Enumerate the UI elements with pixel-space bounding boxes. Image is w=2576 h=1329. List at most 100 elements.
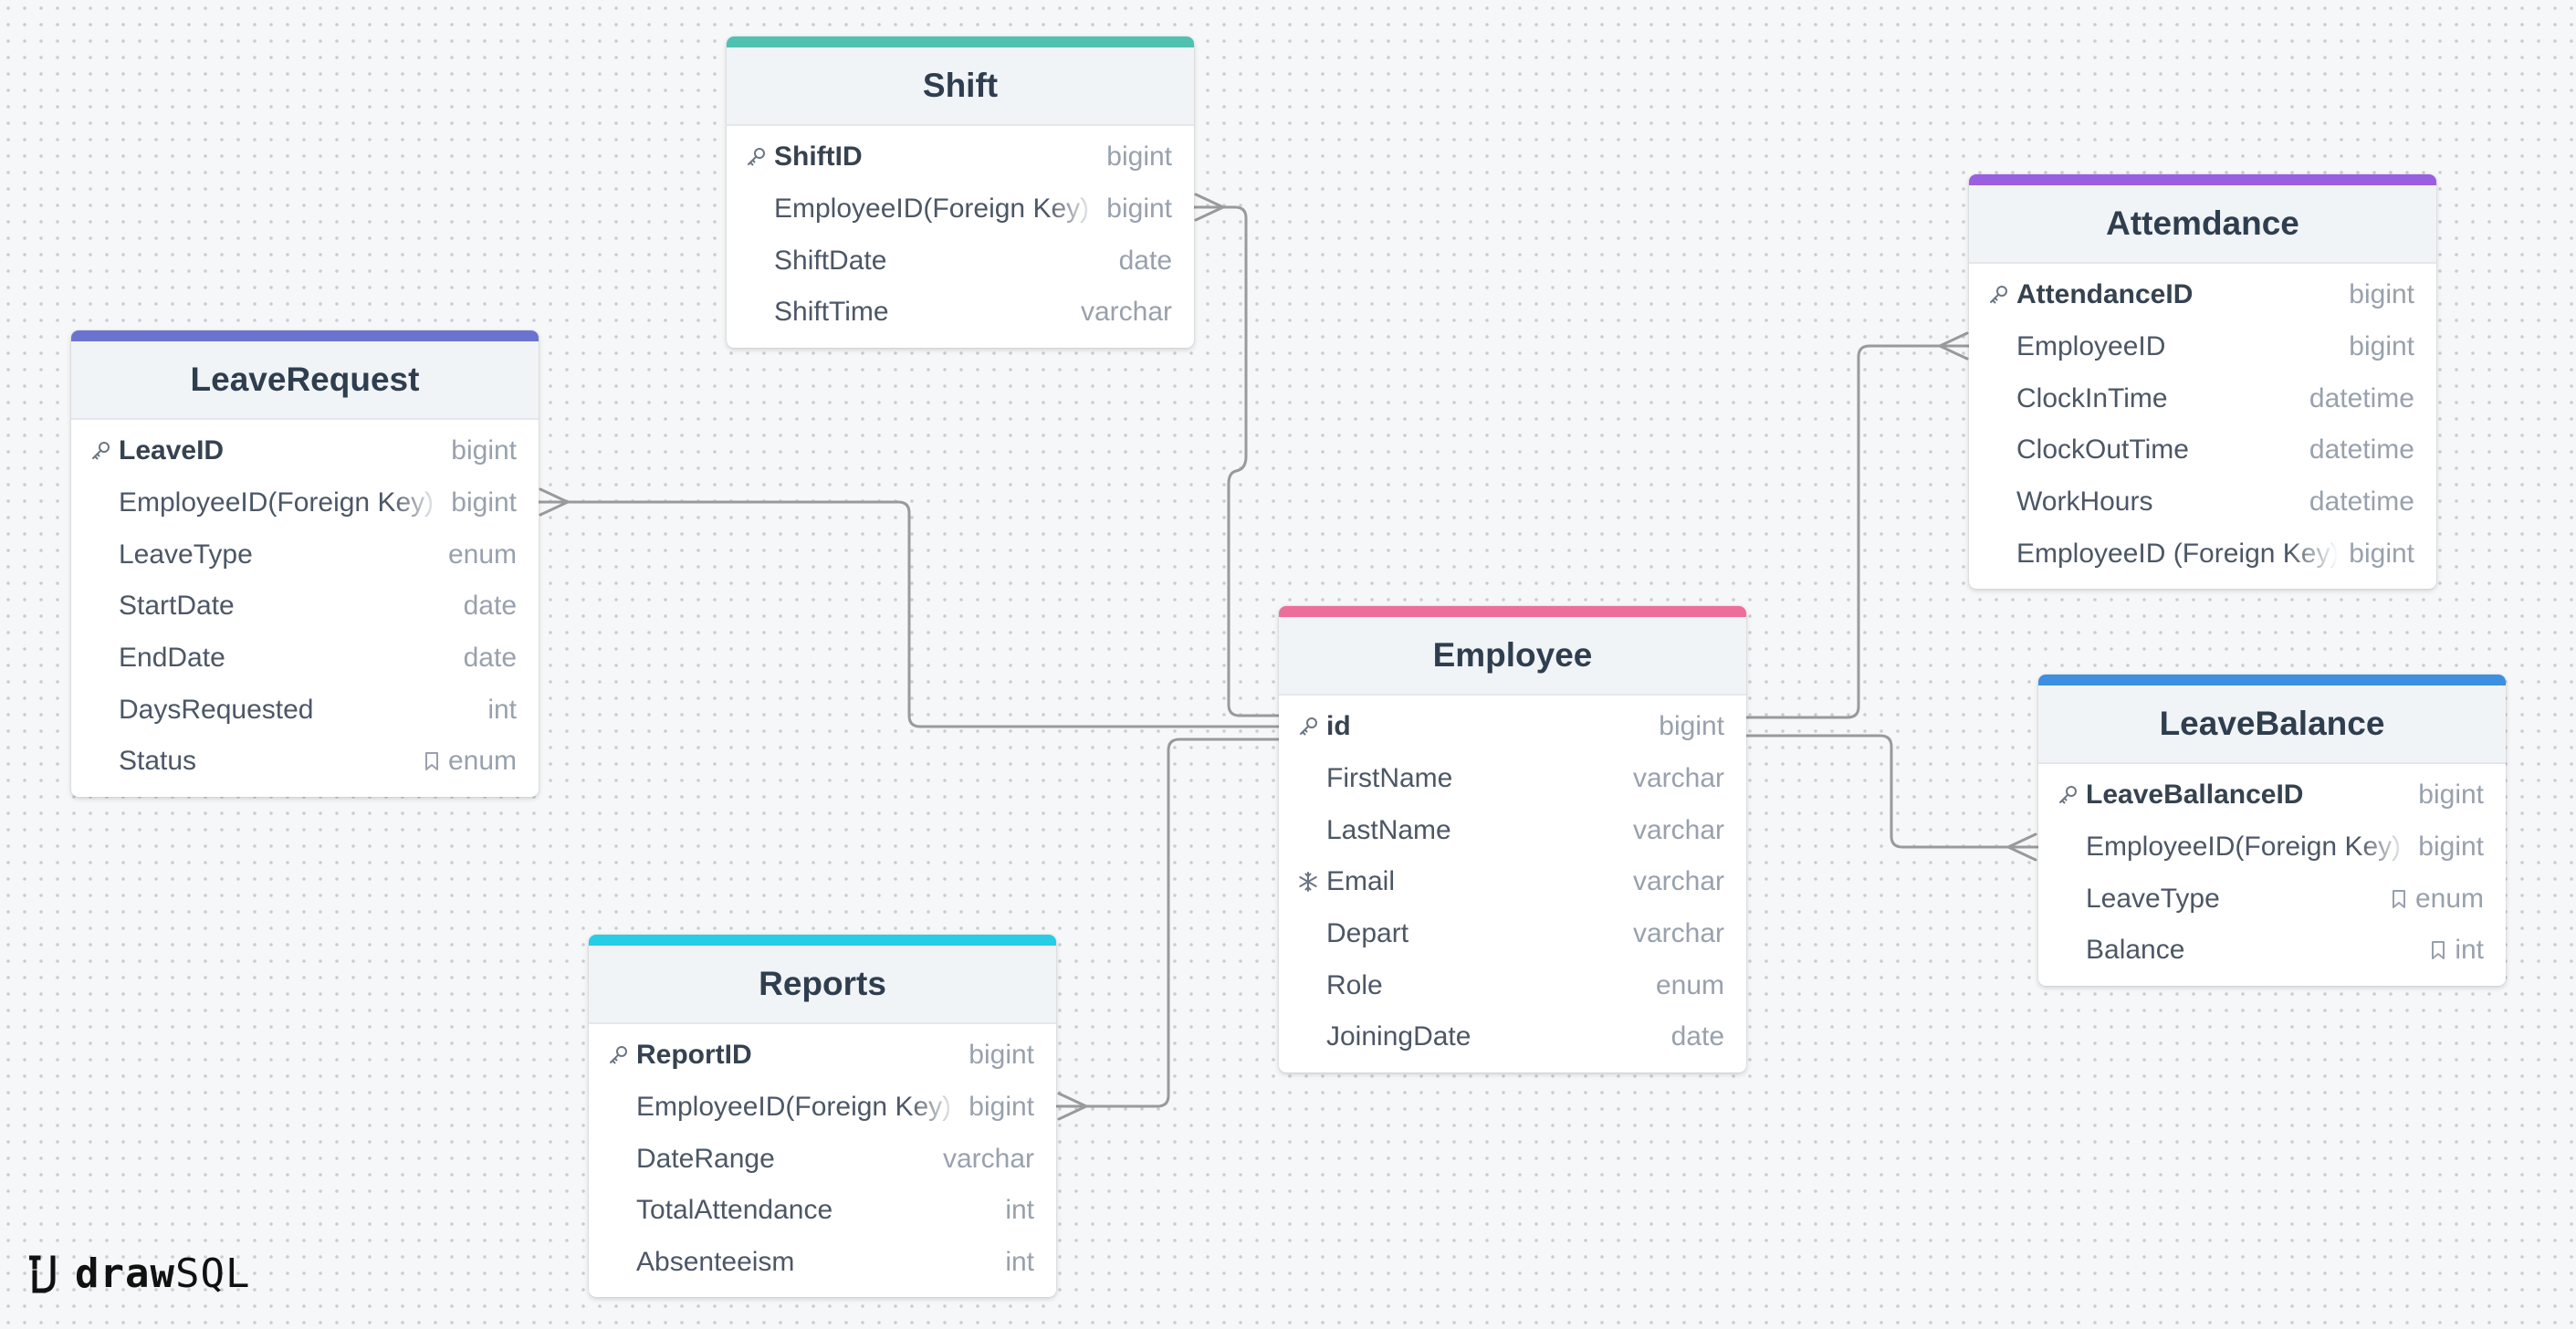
- column-row[interactable]: Email varchar: [1279, 856, 1746, 908]
- column-type: bigint: [1106, 141, 1172, 173]
- column-type-label: bigint: [1106, 194, 1172, 225]
- column-type-label: bigint: [2418, 780, 2484, 811]
- column-type: datetime: [2309, 383, 2414, 414]
- table-title[interactable]: Reports: [589, 946, 1056, 1024]
- column-name: AttendanceID: [2016, 279, 2194, 310]
- column-type-label: varchar: [1632, 866, 1724, 897]
- column-row[interactable]: id bigint: [1279, 701, 1746, 753]
- column-row[interactable]: EmployeeID(Foreign Key) bigint: [727, 183, 1194, 235]
- column-row[interactable]: Absenteeism int: [589, 1237, 1056, 1289]
- column-name: Email: [1326, 866, 1396, 897]
- column-name: EmployeeID (Foreign Key): [2016, 538, 2339, 569]
- key-icon: [1987, 284, 2016, 306]
- column-type-label: varchar: [1632, 814, 1724, 845]
- connector-employee-reports[interactable]: [1055, 738, 1280, 1108]
- column-name: EmployeeID: [2016, 331, 2166, 362]
- column-type-label: bigint: [2418, 832, 2484, 863]
- column-row[interactable]: LeaveType enum: [2038, 873, 2506, 925]
- column-type-label: bigint: [1659, 711, 1724, 742]
- column-row[interactable]: EmployeeID (Foreign Key) bigint: [1969, 528, 2436, 580]
- column-list: ReportID bigint EmployeeID(Foreign Key) big…: [589, 1024, 1056, 1297]
- column-row[interactable]: LeaveID bigint: [71, 425, 539, 477]
- column-row[interactable]: EmployeeID(Foreign Key) bigint: [71, 477, 539, 529]
- connector-employee-attendance[interactable]: [1745, 344, 1971, 719]
- table-color-bar: [2038, 675, 2506, 685]
- column-row[interactable]: TotalAttendance int: [589, 1185, 1056, 1237]
- column-row[interactable]: StartDate date: [71, 581, 539, 633]
- column-row[interactable]: DaysRequested int: [71, 684, 539, 736]
- column-name: Status: [119, 746, 197, 777]
- table-title[interactable]: LeaveRequest: [71, 341, 539, 420]
- table-title[interactable]: LeaveBalance: [2038, 685, 2506, 764]
- column-row[interactable]: LastName varchar: [1279, 804, 1746, 856]
- column-row[interactable]: Status enum: [71, 736, 539, 788]
- column-type-label: date: [463, 591, 517, 622]
- column-type: bigint: [2349, 279, 2414, 310]
- key-icon: [2057, 784, 2086, 806]
- table-reports[interactable]: Reports ReportID bigint EmployeeID(Foreign…: [589, 935, 1056, 1298]
- column-type: enum: [2390, 884, 2484, 915]
- key-icon: [89, 440, 119, 462]
- column-type-label: enum: [447, 746, 517, 777]
- column-row[interactable]: ClockInTime datetime: [1969, 372, 2436, 424]
- connector-employee-leaverequest[interactable]: [537, 500, 1280, 728]
- column-list: LeaveBallanceID bigint EmployeeID(Foreign …: [2038, 764, 2506, 986]
- connector-employee-leavebalance[interactable]: [1745, 734, 2039, 849]
- column-row[interactable]: EmployeeID(Foreign Key) bigint: [589, 1082, 1056, 1134]
- bookmark-icon: [2429, 940, 2447, 960]
- drawsql-logo-icon: [29, 1255, 56, 1293]
- column-row[interactable]: Balance int: [2038, 925, 2506, 977]
- column-row[interactable]: WorkHours datetime: [1969, 476, 2436, 528]
- column-type: bigint: [1659, 711, 1724, 742]
- table-shift[interactable]: Shift ShiftID bigint EmployeeID(Foreign Ke…: [727, 37, 1194, 348]
- column-name: FirstName: [1326, 763, 1453, 794]
- logo-text-bold: draw: [75, 1251, 175, 1297]
- column-row[interactable]: EmployeeID(Foreign Key) bigint: [2038, 821, 2506, 874]
- table-title[interactable]: Attemdance: [1969, 185, 2436, 264]
- column-name: LeaveType: [119, 539, 253, 570]
- column-row[interactable]: ClockOutTime datetime: [1969, 424, 2436, 476]
- column-name: JoiningDate: [1326, 1021, 1471, 1052]
- column-row[interactable]: DateRange varchar: [589, 1133, 1056, 1185]
- column-row[interactable]: LeaveType enum: [71, 528, 539, 581]
- table-employee[interactable]: Employee id bigint FirstName varchar LastNam…: [1279, 606, 1746, 1073]
- column-row[interactable]: ShiftDate date: [727, 235, 1194, 287]
- column-name: LeaveBallanceID: [2086, 780, 2304, 811]
- key-icon: [745, 146, 774, 168]
- column-row[interactable]: AttendanceID bigint: [1969, 269, 2436, 321]
- unique-icon: [1297, 871, 1326, 893]
- column-name: EndDate: [119, 643, 225, 674]
- column-row[interactable]: JoiningDate date: [1279, 1011, 1746, 1063]
- column-type-label: varchar: [1080, 297, 1172, 328]
- column-row[interactable]: Role enum: [1279, 959, 1746, 1011]
- column-row[interactable]: ShiftID bigint: [727, 131, 1194, 183]
- column-type-label: date: [1670, 1021, 1724, 1052]
- column-name: ShiftID: [774, 141, 863, 173]
- column-name: ShiftDate: [774, 245, 887, 276]
- table-leave-request[interactable]: LeaveRequest LeaveID bigint EmployeeID(For…: [71, 330, 539, 797]
- table-attendance[interactable]: Attemdance AttendanceID bigint EmployeeID b…: [1969, 174, 2436, 590]
- drawsql-logo[interactable]: draw SQL: [29, 1251, 250, 1297]
- column-type-label: datetime: [2309, 434, 2414, 466]
- connector-employee-shift[interactable]: [1192, 205, 1280, 717]
- column-type: bigint: [1106, 194, 1172, 225]
- column-type: date: [1671, 1021, 1724, 1052]
- column-row[interactable]: ReportID bigint: [589, 1030, 1056, 1082]
- column-type: varchar: [1633, 815, 1724, 846]
- column-row[interactable]: ShiftTime varchar: [727, 287, 1194, 339]
- column-row[interactable]: Depart varchar: [1279, 908, 1746, 960]
- column-type: bigint: [969, 1092, 1034, 1123]
- table-title[interactable]: Shift: [727, 47, 1194, 126]
- column-row[interactable]: EndDate date: [71, 633, 539, 685]
- column-type-label: int: [1005, 1247, 1034, 1278]
- column-list: ShiftID bigint EmployeeID(Foreign Key) bigi…: [727, 126, 1194, 348]
- column-type: datetime: [2309, 487, 2414, 518]
- column-row[interactable]: FirstName varchar: [1279, 753, 1746, 805]
- column-row[interactable]: EmployeeID bigint: [1969, 321, 2436, 373]
- column-name: Role: [1326, 969, 1383, 1000]
- column-type: varchar: [1633, 763, 1724, 794]
- table-leave-balance[interactable]: LeaveBalance LeaveBallanceID bigint Employ…: [2038, 675, 2506, 986]
- column-row[interactable]: LeaveBallanceID bigint: [2038, 769, 2506, 821]
- column-type-label: int: [2455, 935, 2484, 966]
- table-title[interactable]: Employee: [1279, 617, 1746, 696]
